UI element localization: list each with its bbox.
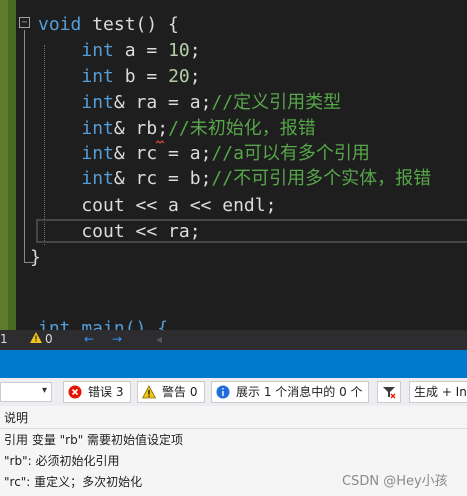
table-row[interactable]: "rb": 必须初始化引用 bbox=[0, 449, 467, 470]
messages-filter-button[interactable]: 展示 1 个消息中的 0 个 bbox=[211, 381, 369, 403]
error-description: 引用 变量 "rb" 需要初始值设定项 bbox=[4, 433, 184, 447]
table-row[interactable]: 引用 变量 "rb" 需要初始值设定项 bbox=[0, 428, 467, 449]
clear-filter-button[interactable] bbox=[377, 381, 401, 403]
editor-statusbar: 1 0 ← → ◂ bbox=[0, 330, 467, 350]
code-token: //a可以有多个引用 bbox=[211, 143, 370, 164]
code-token: & rb; bbox=[113, 118, 169, 139]
code-token: cout << ra; bbox=[38, 221, 201, 242]
messages-filter-label: 展示 1 个消息中的 0 个 bbox=[236, 385, 363, 399]
scope-dropdown[interactable]: ▾ bbox=[0, 382, 52, 402]
code-token: //未初始化，报错 bbox=[168, 118, 316, 139]
code-line[interactable]: int b = 20; bbox=[38, 64, 201, 90]
scroll-left-icon[interactable]: ◂ bbox=[156, 332, 162, 346]
code-token: //不可引用多个实体，报错 bbox=[211, 168, 432, 189]
code-token: int bbox=[81, 66, 114, 87]
code-token: b = bbox=[113, 66, 169, 87]
code-line[interactable]: void test() { bbox=[38, 12, 179, 38]
code-line[interactable]: int& ra = a;//定义引用类型 bbox=[38, 90, 341, 116]
code-token: } bbox=[30, 247, 41, 268]
code-token: ; bbox=[189, 40, 201, 61]
warnings-filter-label: 警告 0 bbox=[162, 385, 198, 399]
column-header-description[interactable]: 说明 bbox=[0, 406, 467, 429]
filter-icon bbox=[383, 387, 396, 399]
code-line[interactable]: int a = 10; bbox=[38, 38, 201, 64]
code-line[interactable]: cout << ra; bbox=[38, 219, 201, 245]
errors-filter-label: 错误 3 bbox=[88, 385, 124, 399]
nav-back-icon[interactable]: ← bbox=[84, 332, 94, 346]
build-label: 生成 + Int bbox=[414, 385, 467, 399]
warning-icon[interactable] bbox=[30, 332, 42, 346]
code-token: int bbox=[81, 40, 114, 61]
nav-forward-icon[interactable]: → bbox=[112, 332, 122, 346]
code-token: 10 bbox=[168, 40, 190, 61]
scope-line bbox=[24, 30, 25, 262]
next-function-line: int main() { bbox=[38, 318, 169, 330]
build-intellisense-dropdown[interactable]: 生成 + Int bbox=[409, 381, 467, 403]
error-squiggle bbox=[156, 140, 164, 144]
code-line[interactable]: int& rb;//未初始化，报错 bbox=[38, 116, 316, 142]
change-tracking-bar bbox=[0, 0, 8, 330]
code-token: void bbox=[38, 14, 82, 35]
code-token: //定义引用类型 bbox=[211, 92, 342, 113]
code-editor[interactable]: − void test() { int a = 10; int b = 20; … bbox=[0, 0, 467, 330]
warning-count[interactable]: 0 bbox=[45, 332, 53, 346]
code-line[interactable]: int& rc = a;//a可以有多个引用 bbox=[38, 141, 370, 167]
change-tracking-bar-inner bbox=[8, 0, 16, 330]
code-token: 20 bbox=[168, 66, 190, 87]
warnings-filter-button[interactable]: 警告 0 bbox=[137, 381, 205, 403]
error-description: "rb": 必须初始化引用 bbox=[4, 454, 120, 468]
watermark: CSDN @Hey小孩 bbox=[342, 474, 448, 489]
chevron-down-icon: ▾ bbox=[41, 385, 47, 396]
code-token: int bbox=[81, 118, 114, 139]
error-description: "rc": 重定义；多次初始化 bbox=[4, 475, 143, 489]
code-token: cout << a << endl; bbox=[38, 195, 277, 216]
code-token: & rc = b; bbox=[113, 168, 212, 189]
column-header-label: 说明 bbox=[4, 411, 29, 425]
code-line[interactable]: int& rc = b;//不可引用多个实体，报错 bbox=[38, 166, 431, 192]
warning-icon bbox=[142, 385, 156, 399]
code-token: int bbox=[81, 143, 114, 164]
error-icon bbox=[68, 385, 82, 399]
code-token: a = bbox=[113, 40, 169, 61]
code-token: & rc = a; bbox=[113, 143, 212, 164]
code-token: int bbox=[81, 168, 114, 189]
errors-filter-button[interactable]: 错误 3 bbox=[63, 381, 131, 403]
code-line[interactable]: } bbox=[30, 245, 41, 271]
code-token: ; bbox=[189, 66, 201, 87]
error-list-titlebar bbox=[0, 350, 467, 378]
code-token: test() { bbox=[81, 14, 179, 35]
collapse-icon[interactable]: − bbox=[19, 17, 30, 28]
code-token: & ra = a; bbox=[113, 92, 212, 113]
code-line[interactable]: cout << a << endl; bbox=[38, 193, 276, 219]
code-token: int bbox=[81, 92, 114, 113]
error-count[interactable]: 1 bbox=[0, 332, 8, 346]
info-icon bbox=[216, 385, 230, 399]
